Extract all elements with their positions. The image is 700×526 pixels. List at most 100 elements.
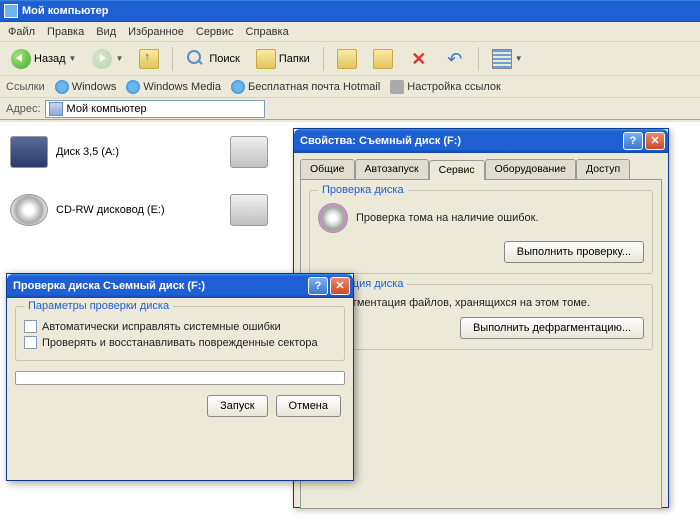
folders-label: Папки — [279, 53, 310, 65]
check-disk-body: Параметры проверки диска Автоматически и… — [7, 298, 353, 425]
checkbox-icon[interactable] — [24, 336, 37, 349]
back-button[interactable]: Назад ▼ — [6, 46, 81, 72]
option-label: Автоматически исправлять системные ошибк… — [42, 321, 281, 333]
views-button[interactable]: ▼ — [487, 46, 528, 72]
undo-icon: ↶ — [445, 49, 465, 69]
checkbox-icon[interactable] — [24, 320, 37, 333]
properties-title: Свойства: Съемный диск (F:) — [300, 135, 621, 147]
dialog-buttons: Запуск Отмена — [15, 395, 345, 417]
tab-autoplay[interactable]: Автозапуск — [355, 159, 429, 179]
menu-view[interactable]: Вид — [96, 26, 116, 38]
address-value: Мой компьютер — [67, 103, 147, 115]
check-options-group: Параметры проверки диска Автоматически и… — [15, 306, 345, 361]
tab-tools[interactable]: Сервис — [429, 160, 485, 180]
tab-strip: Общие Автозапуск Сервис Оборудование Дос… — [294, 153, 668, 179]
tab-content: Проверка диска Проверка тома на наличие … — [300, 179, 662, 509]
menu-favorites[interactable]: Избранное — [128, 26, 184, 38]
menubar: Файл Правка Вид Избранное Сервис Справка — [0, 22, 700, 42]
links-label: Ссылки — [6, 81, 45, 93]
cancel-button[interactable]: Отмена — [276, 395, 341, 417]
chevron-down-icon: ▼ — [69, 54, 77, 63]
copyto-button[interactable] — [368, 46, 398, 72]
copyto-icon — [373, 49, 393, 69]
floppy-icon — [10, 136, 48, 168]
drive-label: Диск 3,5 (A:) — [56, 146, 119, 158]
chevron-down-icon: ▼ — [515, 54, 523, 63]
folders-icon — [256, 49, 276, 69]
defrag-group: ментация диска Дефрагментация файлов, хр… — [309, 284, 653, 350]
defrag-text: Дефрагментация файлов, хранящихся на это… — [318, 297, 644, 309]
views-icon — [492, 49, 512, 69]
error-check-group: Проверка диска Проверка тома на наличие … — [309, 190, 653, 274]
removable-drive-icon — [230, 194, 268, 226]
separator — [323, 47, 324, 71]
forward-icon — [92, 49, 112, 69]
close-button[interactable]: ✕ — [330, 277, 350, 295]
moveto-icon — [337, 49, 357, 69]
help-button[interactable]: ? — [623, 132, 643, 150]
progress-bar — [15, 371, 345, 385]
drive-label: CD-RW дисковод (E:) — [56, 204, 165, 216]
tab-hardware[interactable]: Оборудование — [485, 159, 576, 179]
main-titlebar: Мой компьютер — [0, 0, 700, 22]
help-button[interactable]: ? — [308, 277, 328, 295]
address-field[interactable]: Мой компьютер — [45, 100, 265, 118]
separator — [172, 47, 173, 71]
drive-cd[interactable]: CD-RW дисковод (E:) — [10, 190, 220, 230]
menu-tools[interactable]: Сервис — [196, 26, 234, 38]
app-icon — [4, 4, 18, 18]
toolbar: Назад ▼ ▼ Поиск Папки ✕ ↶ ▼ — [0, 42, 700, 76]
tab-sharing[interactable]: Доступ — [576, 159, 630, 179]
link-windows[interactable]: Windows — [55, 80, 117, 94]
start-button[interactable]: Запуск — [207, 395, 267, 417]
main-title: Мой компьютер — [22, 5, 109, 17]
close-button[interactable]: ✕ — [645, 132, 665, 150]
menu-edit[interactable]: Правка — [47, 26, 84, 38]
disk-check-icon — [318, 203, 348, 233]
ie-icon — [55, 80, 69, 94]
undo-button[interactable]: ↶ — [440, 46, 470, 72]
address-bar: Адрес: Мой компьютер — [0, 98, 700, 120]
folder-up-icon — [139, 49, 159, 69]
menu-file[interactable]: Файл — [8, 26, 35, 38]
search-button[interactable]: Поиск — [181, 46, 244, 72]
link-hotmail[interactable]: Бесплатная почта Hotmail — [231, 80, 380, 94]
cd-icon — [10, 194, 48, 226]
error-check-title: Проверка диска — [318, 184, 408, 196]
menu-help[interactable]: Справка — [246, 26, 289, 38]
removable-drive-icon — [230, 136, 268, 168]
back-icon — [11, 49, 31, 69]
links-bar: Ссылки Windows Windows Media Бесплатная … — [0, 76, 700, 98]
link-windows-media[interactable]: Windows Media — [126, 80, 221, 94]
defrag-now-button[interactable]: Выполнить дефрагментацию... — [460, 317, 644, 339]
ie-icon — [231, 80, 245, 94]
tab-general[interactable]: Общие — [300, 159, 355, 179]
check-disk-title: Проверка диска Съемный диск (F:) — [13, 280, 306, 292]
check-options-title: Параметры проверки диска — [24, 300, 173, 312]
back-label: Назад — [34, 53, 66, 65]
ie-icon — [126, 80, 140, 94]
folders-button[interactable]: Папки — [251, 46, 315, 72]
check-disk-dialog: Проверка диска Съемный диск (F:) ? ✕ Пар… — [6, 273, 354, 481]
address-label: Адрес: — [6, 103, 41, 115]
search-icon — [186, 49, 206, 69]
forward-button[interactable]: ▼ — [87, 46, 128, 72]
link-customize[interactable]: Настройка ссылок — [390, 80, 501, 94]
option-scan-recovery[interactable]: Проверять и восстанавливать поврежденные… — [24, 336, 336, 349]
wrench-icon — [390, 80, 404, 94]
option-label: Проверять и восстанавливать поврежденные… — [42, 337, 318, 349]
computer-icon — [49, 102, 63, 116]
option-auto-fix[interactable]: Автоматически исправлять системные ошибк… — [24, 320, 336, 333]
check-disk-titlebar: Проверка диска Съемный диск (F:) ? ✕ — [7, 274, 353, 298]
drive-floppy[interactable]: Диск 3,5 (A:) — [10, 132, 220, 172]
moveto-button[interactable] — [332, 46, 362, 72]
check-now-button[interactable]: Выполнить проверку... — [504, 241, 644, 263]
delete-button[interactable]: ✕ — [404, 46, 434, 72]
separator — [478, 47, 479, 71]
delete-icon: ✕ — [409, 49, 429, 69]
chevron-down-icon: ▼ — [115, 54, 123, 63]
up-button[interactable] — [134, 46, 164, 72]
properties-titlebar: Свойства: Съемный диск (F:) ? ✕ — [294, 129, 668, 153]
error-check-text: Проверка тома на наличие ошибок. — [356, 212, 644, 224]
search-label: Поиск — [209, 53, 239, 65]
